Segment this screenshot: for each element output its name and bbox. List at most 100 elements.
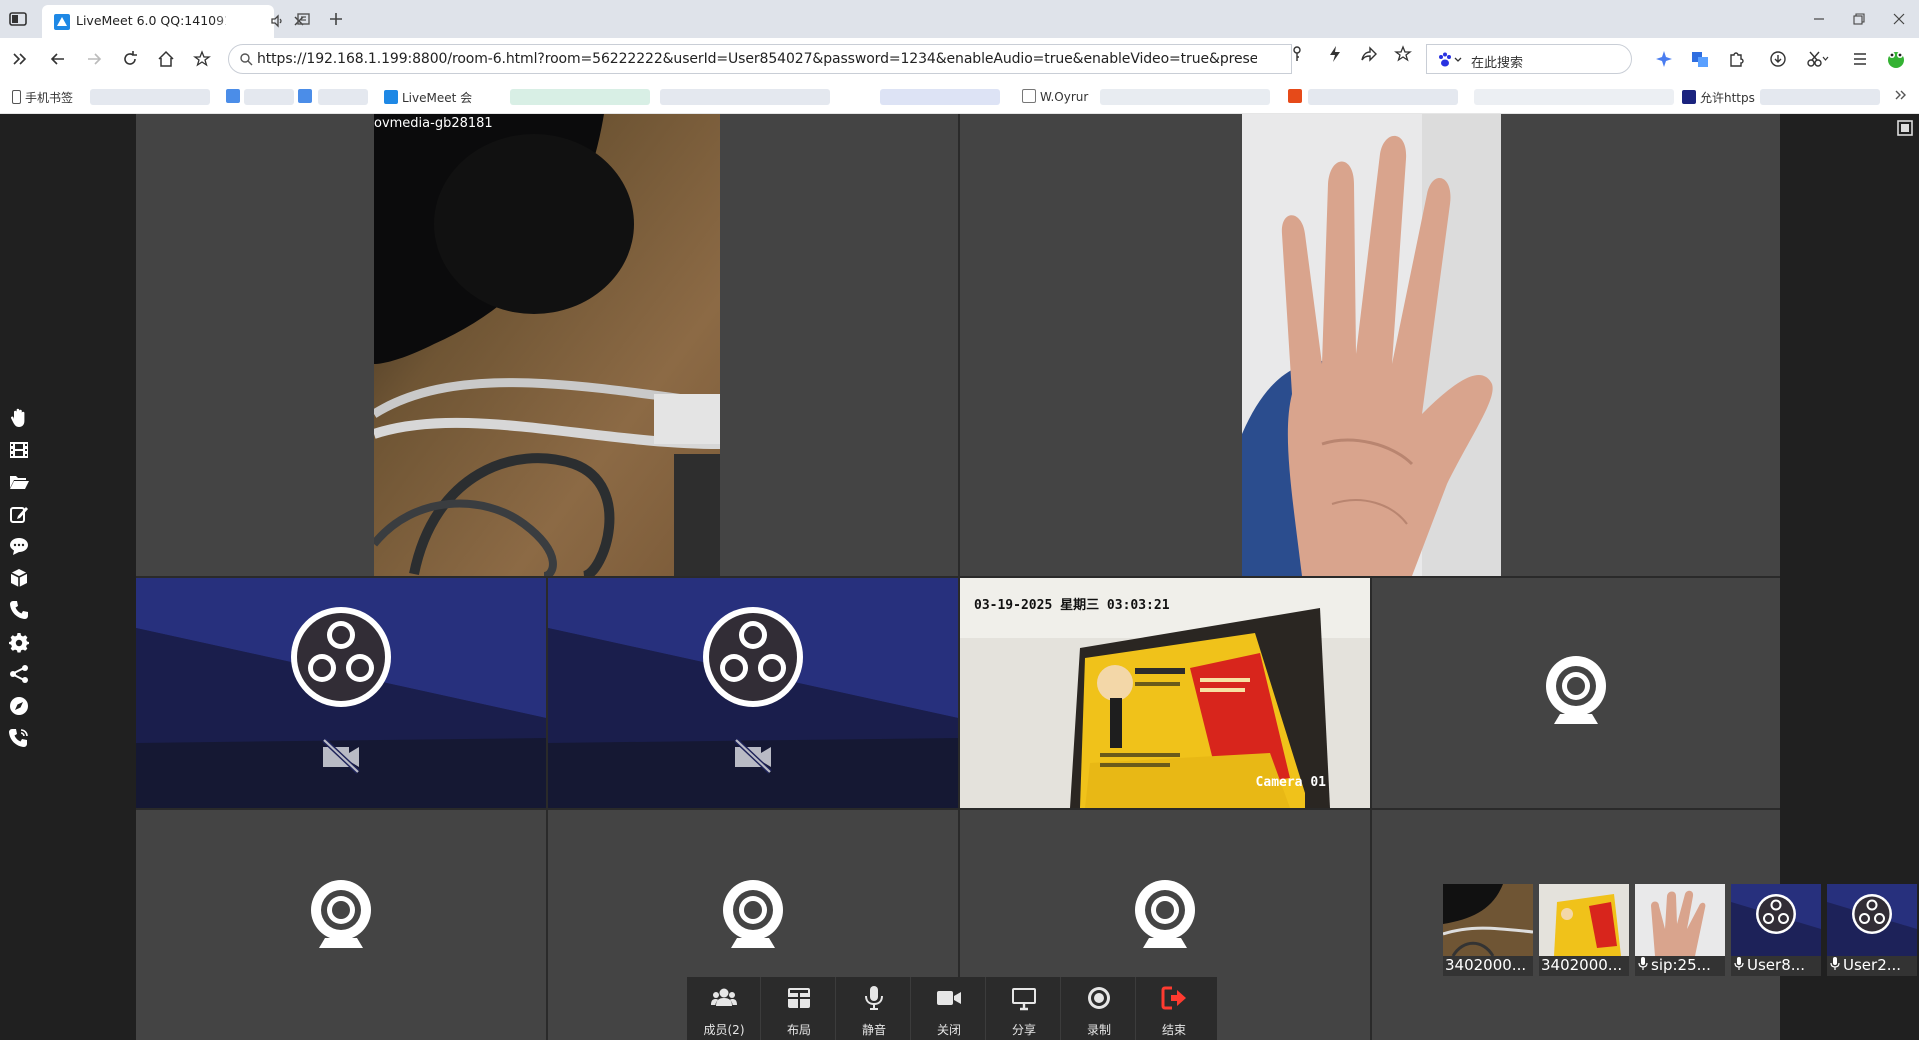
camera-timestamp: 03-19-2025 星期三 03:03:21 bbox=[974, 598, 1170, 613]
bookmark-red[interactable] bbox=[1288, 89, 1306, 104]
microphone-icon bbox=[1734, 957, 1744, 970]
participant-thumb-2[interactable]: 3402000... bbox=[1539, 884, 1629, 976]
frog-avatar-icon[interactable] bbox=[1886, 49, 1906, 69]
folder-open-icon[interactable] bbox=[8, 471, 30, 493]
end-meeting-button[interactable]: 结束 bbox=[1137, 977, 1211, 1040]
chat-bubble-icon[interactable] bbox=[8, 535, 30, 557]
thumb-name: 3402000... bbox=[1445, 956, 1527, 974]
close-video-button[interactable]: 关闭 bbox=[912, 977, 986, 1040]
layout-label: 布局 bbox=[786, 1023, 811, 1037]
tab-list-icon[interactable] bbox=[294, 9, 314, 29]
video-tile-hand[interactable] bbox=[960, 114, 1780, 576]
members-label: 成员(2) bbox=[703, 1023, 745, 1037]
home-icon[interactable] bbox=[156, 49, 176, 69]
video-tile-camera-01[interactable]: 03-19-2025 星期三 03:03:21 Camera 01 bbox=[960, 578, 1370, 808]
compass-icon[interactable] bbox=[8, 695, 30, 717]
participant-thumb-5[interactable]: User2... bbox=[1827, 884, 1917, 976]
reload-icon[interactable] bbox=[120, 49, 140, 69]
bookmark-w[interactable]: W.Oyrur bbox=[1022, 89, 1088, 104]
fullscreen-icon[interactable] bbox=[1895, 118, 1915, 138]
livemeet-favicon-icon bbox=[54, 14, 70, 30]
extensions-puzzle-icon[interactable] bbox=[1726, 49, 1746, 69]
bookmarks-overflow-icon[interactable] bbox=[1894, 87, 1908, 103]
minimize-icon[interactable] bbox=[1810, 10, 1828, 28]
microphone-icon bbox=[1638, 957, 1648, 970]
meeting-toolbar: 成员(2) 布局 静音 关闭 分享 录制 结束 bbox=[687, 977, 1217, 1040]
participant-thumb-1[interactable]: 3402000... bbox=[1443, 884, 1533, 976]
raise-hand-icon[interactable] bbox=[8, 407, 30, 429]
red-app-icon bbox=[1288, 89, 1302, 103]
video-tile-ovmedia[interactable]: ovmedia-gb28181 bbox=[136, 114, 958, 576]
url-text[interactable]: https://192.168.1.199:8800/room-6.html?r… bbox=[257, 51, 1257, 67]
film-icon[interactable] bbox=[8, 439, 30, 461]
download-icon[interactable] bbox=[1768, 49, 1788, 69]
bookmark-folder-1[interactable] bbox=[226, 89, 244, 104]
double-chevron-right-icon[interactable] bbox=[10, 49, 30, 69]
favorite-star-icon[interactable] bbox=[1394, 45, 1412, 63]
address-bar[interactable]: https://192.168.1.199:8800/room-6.html?r… bbox=[228, 44, 1292, 74]
mute-label: 静音 bbox=[861, 1023, 886, 1037]
video-camera-icon bbox=[937, 991, 961, 1005]
webcam-icon bbox=[1546, 656, 1606, 724]
video-feed-hand bbox=[1242, 114, 1501, 576]
layout-button[interactable]: 布局 bbox=[762, 977, 836, 1040]
bookmark-star-icon[interactable] bbox=[192, 49, 212, 69]
ai-sparkle-icon[interactable] bbox=[1654, 49, 1674, 69]
tile-label: ovmedia-gb28181 bbox=[374, 116, 493, 131]
obs-logo-icon bbox=[703, 607, 803, 707]
dark-app-icon bbox=[1682, 90, 1696, 104]
thumb-feed-book bbox=[1539, 884, 1629, 956]
forward-arrow-icon[interactable] bbox=[84, 49, 104, 69]
members-button[interactable]: 成员(2) bbox=[687, 977, 761, 1040]
obs-logo-icon bbox=[291, 607, 391, 707]
thumb-feed-obs bbox=[1731, 884, 1821, 956]
bookmark-livemeet[interactable]: LiveMeet 会 bbox=[384, 89, 472, 106]
tab-audio-icon[interactable] bbox=[270, 14, 284, 28]
video-grid: ovmedia-gb28181 03-19-2025 星期三 03:03:21 … bbox=[136, 114, 1780, 1040]
cube-icon[interactable] bbox=[8, 567, 30, 589]
folder-icon bbox=[298, 89, 312, 103]
close-video-label: 关闭 bbox=[936, 1023, 961, 1037]
back-arrow-icon[interactable] bbox=[48, 49, 68, 69]
menu-icon[interactable] bbox=[1850, 49, 1870, 69]
active-tab[interactable]: LiveMeet 6.0 QQ:1410919 bbox=[42, 5, 304, 38]
search-icon bbox=[239, 52, 253, 66]
translate-icon[interactable] bbox=[1690, 49, 1710, 69]
tab-title: LiveMeet 6.0 QQ:1410919 bbox=[76, 13, 226, 28]
search-box[interactable]: 在此搜索 bbox=[1426, 44, 1632, 74]
phone-volume-icon[interactable] bbox=[8, 727, 30, 749]
settings-gear-icon[interactable] bbox=[8, 631, 30, 653]
scissors-icon[interactable] bbox=[1806, 49, 1829, 69]
bookmark-folder-2[interactable] bbox=[298, 89, 316, 104]
edit-icon[interactable] bbox=[8, 503, 30, 525]
video-tile-empty-2[interactable] bbox=[136, 810, 546, 1040]
bookmark-allow-https[interactable]: 允许https bbox=[1682, 89, 1755, 106]
end-label: 结束 bbox=[1161, 1023, 1186, 1037]
video-tile-obs-2[interactable] bbox=[548, 578, 958, 808]
left-tool-column bbox=[0, 114, 136, 1040]
video-tile-obs-1[interactable] bbox=[136, 578, 546, 808]
record-button[interactable]: 录制 bbox=[1062, 977, 1136, 1040]
camera-name-label: Camera 01 bbox=[1255, 775, 1326, 790]
webcam-icon bbox=[1135, 880, 1195, 948]
lightning-icon[interactable] bbox=[1326, 45, 1344, 63]
restore-icon[interactable] bbox=[1850, 10, 1868, 28]
video-tile-empty-1[interactable] bbox=[1372, 578, 1780, 808]
microphone-icon bbox=[1830, 957, 1840, 970]
mute-button[interactable]: 静音 bbox=[837, 977, 911, 1040]
sidebar-toggle-icon[interactable] bbox=[8, 9, 28, 29]
record-icon bbox=[1088, 987, 1110, 1009]
share-screen-button[interactable]: 分享 bbox=[987, 977, 1061, 1040]
users-icon bbox=[711, 988, 737, 1006]
participant-thumb-3[interactable]: sip:25... bbox=[1635, 884, 1725, 976]
phone-icon bbox=[12, 90, 21, 104]
meeting-app: ovmedia-gb28181 03-19-2025 星期三 03:03:21 … bbox=[0, 114, 1919, 1040]
share-arrow-icon[interactable] bbox=[1360, 45, 1378, 63]
phone-icon[interactable] bbox=[8, 599, 30, 621]
key-icon[interactable] bbox=[1288, 45, 1306, 63]
bookmark-mobile[interactable]: 手机书签 bbox=[12, 89, 73, 106]
participant-thumb-4[interactable]: User8... bbox=[1731, 884, 1821, 976]
window-close-icon[interactable] bbox=[1890, 10, 1908, 28]
share-nodes-icon[interactable] bbox=[8, 663, 30, 685]
new-tab-icon[interactable] bbox=[326, 9, 346, 29]
